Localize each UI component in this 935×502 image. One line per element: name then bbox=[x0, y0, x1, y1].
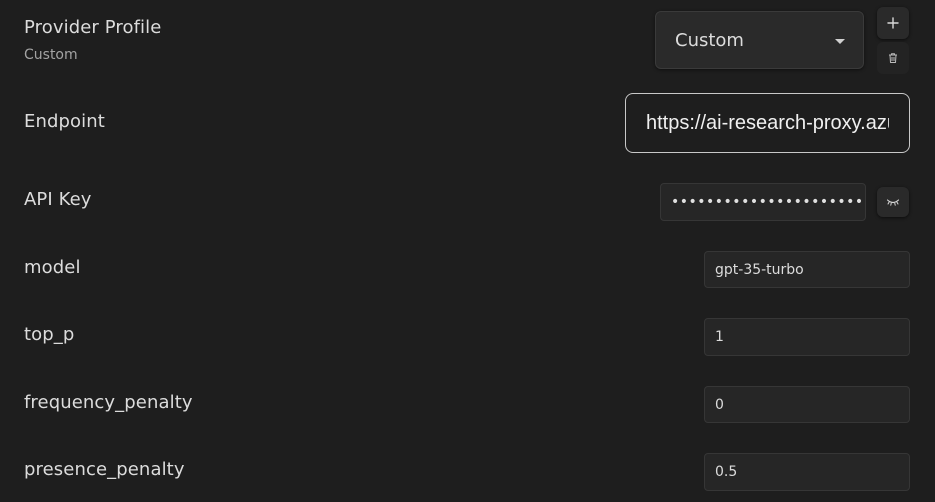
endpoint-input[interactable] bbox=[646, 111, 889, 135]
api-key-label: API Key bbox=[24, 189, 92, 210]
top-p-field-container bbox=[704, 318, 910, 356]
model-field-container bbox=[704, 251, 910, 288]
endpoint-field-container bbox=[625, 93, 910, 153]
add-profile-button[interactable] bbox=[877, 7, 909, 39]
trash-icon bbox=[889, 53, 897, 63]
provider-profile-label: Provider Profile bbox=[24, 17, 162, 38]
chevron-down-icon bbox=[835, 39, 845, 44]
plus-icon bbox=[887, 17, 899, 29]
presence-penalty-field-container bbox=[704, 453, 910, 491]
provider-profile-selected-value: Custom bbox=[675, 29, 744, 51]
eye-closed-icon bbox=[886, 199, 900, 206]
frequency-penalty-field-container bbox=[704, 386, 910, 423]
endpoint-label: Endpoint bbox=[24, 111, 105, 132]
provider-profile-select[interactable]: Custom bbox=[655, 11, 864, 69]
api-key-input[interactable] bbox=[671, 194, 865, 210]
frequency-penalty-label: frequency_penalty bbox=[24, 392, 193, 413]
presence-penalty-label: presence_penalty bbox=[24, 459, 185, 480]
model-input[interactable] bbox=[715, 261, 909, 278]
top-p-label: top_p bbox=[24, 324, 75, 345]
top-p-input[interactable] bbox=[715, 329, 909, 345]
api-key-field-container bbox=[660, 183, 866, 221]
provider-profile-description: Custom bbox=[24, 47, 78, 63]
toggle-api-key-visibility-button[interactable] bbox=[877, 187, 909, 217]
presence-penalty-input[interactable] bbox=[715, 464, 909, 480]
model-label: model bbox=[24, 257, 81, 278]
delete-profile-button[interactable] bbox=[877, 42, 909, 74]
settings-panel: Provider Profile Custom Custom Endpoint … bbox=[0, 0, 935, 502]
frequency-penalty-input[interactable] bbox=[715, 396, 909, 413]
